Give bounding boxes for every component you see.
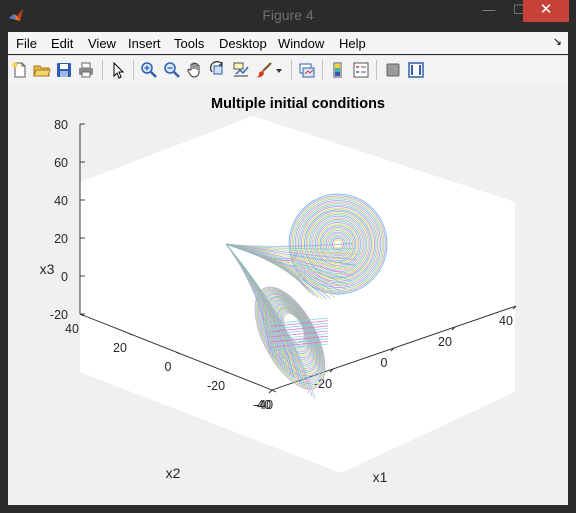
dock-figure-icon[interactable]: ↘ xyxy=(553,35,562,48)
menu-help[interactable]: Help xyxy=(339,36,366,51)
toolbar-separator xyxy=(322,60,323,80)
pan-hand-icon[interactable] xyxy=(186,61,204,79)
menu-file[interactable]: File xyxy=(16,36,37,51)
hide-plot-tools-icon[interactable] xyxy=(384,61,402,79)
tick-label: 80 xyxy=(54,118,68,132)
title-bar[interactable]: Figure 4 — ☐ ✕ xyxy=(0,0,576,32)
toolbar-separator xyxy=(291,60,292,80)
toolbar-separator xyxy=(376,60,377,80)
edit-plot-arrow-icon[interactable] xyxy=(109,61,127,79)
menu-insert[interactable]: Insert xyxy=(128,36,161,51)
brush-dropdown-icon[interactable] xyxy=(274,61,284,79)
data-cursor-icon[interactable] xyxy=(232,61,250,79)
tick-label: 20 xyxy=(438,335,452,349)
plot-3d[interactable]: Multiple initial conditions -40-2002040-… xyxy=(8,84,568,505)
toolbar-separator xyxy=(102,60,103,80)
z-axis-label: x3 xyxy=(40,261,55,277)
tick-label: 40 xyxy=(65,322,79,336)
zoom-out-icon[interactable] xyxy=(163,61,181,79)
menu-edit[interactable]: Edit xyxy=(51,36,73,51)
show-plot-tools-icon[interactable] xyxy=(407,61,425,79)
menu-window[interactable]: Window xyxy=(278,36,324,51)
new-figure-icon[interactable] xyxy=(11,61,29,79)
close-button[interactable]: ✕ xyxy=(523,0,569,22)
tick-label: 20 xyxy=(113,341,127,355)
brush-icon[interactable] xyxy=(255,61,273,79)
tick-label: 0 xyxy=(381,356,388,370)
chart-title: Multiple initial conditions xyxy=(211,96,385,112)
tick-label: -40 xyxy=(255,398,273,412)
figure-canvas[interactable]: Multiple initial conditions -40 -20 0 20 40-… xyxy=(8,84,568,505)
x-axis-label: x1 xyxy=(373,469,388,485)
y-axis-label: x2 xyxy=(166,465,181,481)
tick-label: 40 xyxy=(499,314,513,328)
minimize-button[interactable]: — xyxy=(474,0,504,22)
menu-bar: File Edit View Insert Tools Desktop Wind… xyxy=(8,32,568,54)
figure-toolbar xyxy=(8,55,568,85)
open-file-icon[interactable] xyxy=(33,61,51,79)
tick-label: 0 xyxy=(165,360,172,374)
tick-label: -20 xyxy=(207,379,225,393)
save-icon[interactable] xyxy=(55,61,73,79)
legend-icon[interactable] xyxy=(352,61,370,79)
menu-desktop[interactable]: Desktop xyxy=(219,36,267,51)
zoom-in-icon[interactable] xyxy=(140,61,158,79)
tick-label: 60 xyxy=(54,156,68,170)
menu-tools[interactable]: Tools xyxy=(174,36,204,51)
tick-label: 0 xyxy=(61,270,68,284)
tick-label: -20 xyxy=(50,308,68,322)
menu-view[interactable]: View xyxy=(88,36,116,51)
axes-box xyxy=(80,116,515,473)
tick-label: 40 xyxy=(54,194,68,208)
figure-window: Figure 4 — ☐ ✕ File Edit View Insert Too… xyxy=(0,0,576,513)
colorbar-icon[interactable] xyxy=(329,61,347,79)
toolbar-separator xyxy=(133,60,134,80)
print-icon[interactable] xyxy=(77,61,95,79)
tick-label: 20 xyxy=(54,232,68,246)
rotate-3d-icon[interactable] xyxy=(209,61,227,79)
link-plot-icon[interactable] xyxy=(298,61,316,79)
